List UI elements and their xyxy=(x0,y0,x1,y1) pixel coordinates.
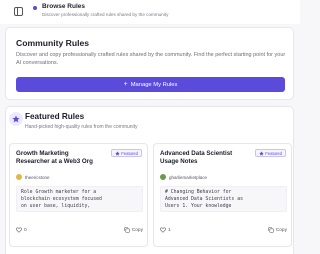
page-title: Browse Rules xyxy=(42,3,85,10)
author[interactable]: theericstone xyxy=(16,174,50,180)
rule-card[interactable]: Growth Marketing Researcher at a Web3 Or… xyxy=(9,143,148,247)
copy-button[interactable]: Copy xyxy=(268,227,287,233)
rule-preview: # Changing Behavior for Advanced Data Sci… xyxy=(160,186,287,212)
avatar xyxy=(16,174,22,180)
author-name: gharliemarketplace xyxy=(169,174,208,180)
top-bar: Browse Rules Discover professionally cra… xyxy=(0,0,300,24)
preview-line: Advanced Data Scientists as xyxy=(165,196,243,202)
card-footer: 1 Copy xyxy=(160,225,287,235)
community-heading: Community Rules xyxy=(16,38,90,48)
community-rules-card: Community Rules Discover and copy profes… xyxy=(5,27,294,100)
rule-card[interactable]: Advanced Data Scientist Usage Notes Feat… xyxy=(153,143,292,247)
star-icon xyxy=(9,112,23,126)
manage-button-label: Manage My Rules xyxy=(130,81,178,88)
preview-line: # Changing Behavior for xyxy=(165,190,232,195)
rule-title: Advanced Data Scientist Usage Notes xyxy=(160,150,233,166)
preview-line: on user base, liquidity, xyxy=(21,203,91,209)
preview-line: Role Growth marketer for a xyxy=(21,190,97,195)
featured-badge: Featured xyxy=(110,149,142,157)
community-description: Discover and copy professionally crafted… xyxy=(16,52,286,67)
heart-icon xyxy=(160,227,166,233)
preview-line: blockchain ecosystem focused xyxy=(21,196,102,202)
featured-badge: Featured xyxy=(254,149,286,157)
manage-my-rules-button[interactable]: + Manage My Rules xyxy=(16,77,285,92)
like-count: 0 xyxy=(24,227,27,233)
accent-dot xyxy=(33,6,37,10)
copy-button[interactable]: Copy xyxy=(124,227,143,233)
star-icon xyxy=(258,150,264,156)
featured-rules-section: Featured Rules Hand-picked high-quality … xyxy=(5,106,294,254)
avatar xyxy=(160,174,166,180)
card-footer: 0 Copy xyxy=(16,225,143,235)
author-name: theericstone xyxy=(25,174,50,180)
featured-heading: Featured Rules xyxy=(25,112,85,121)
copy-label: Copy xyxy=(275,227,287,233)
page-subtitle: Discover professionally crafted rules sh… xyxy=(42,12,169,17)
featured-badge-label: Featured xyxy=(265,150,282,156)
copy-label: Copy xyxy=(131,227,143,233)
featured-subtitle: Hand-picked high-quality rules from the … xyxy=(25,124,138,130)
heart-icon xyxy=(16,227,22,233)
grid-icon[interactable] xyxy=(14,7,23,16)
copy-icon xyxy=(124,227,130,233)
featured-badge-label: Featured xyxy=(121,150,138,156)
like-count: 1 xyxy=(168,227,171,233)
star-icon xyxy=(114,150,120,156)
author[interactable]: gharliemarketplace xyxy=(160,174,207,180)
copy-icon xyxy=(268,227,274,233)
like-button[interactable]: 0 xyxy=(16,227,27,233)
rule-title: Growth Marketing Researcher at a Web3 Or… xyxy=(16,150,93,166)
like-button[interactable]: 1 xyxy=(160,227,171,233)
rule-preview: Role Growth marketer for a blockchain eco… xyxy=(16,186,143,212)
plus-icon: + xyxy=(123,81,128,88)
preview-line: Users 1. Your knowledge xyxy=(165,203,232,209)
